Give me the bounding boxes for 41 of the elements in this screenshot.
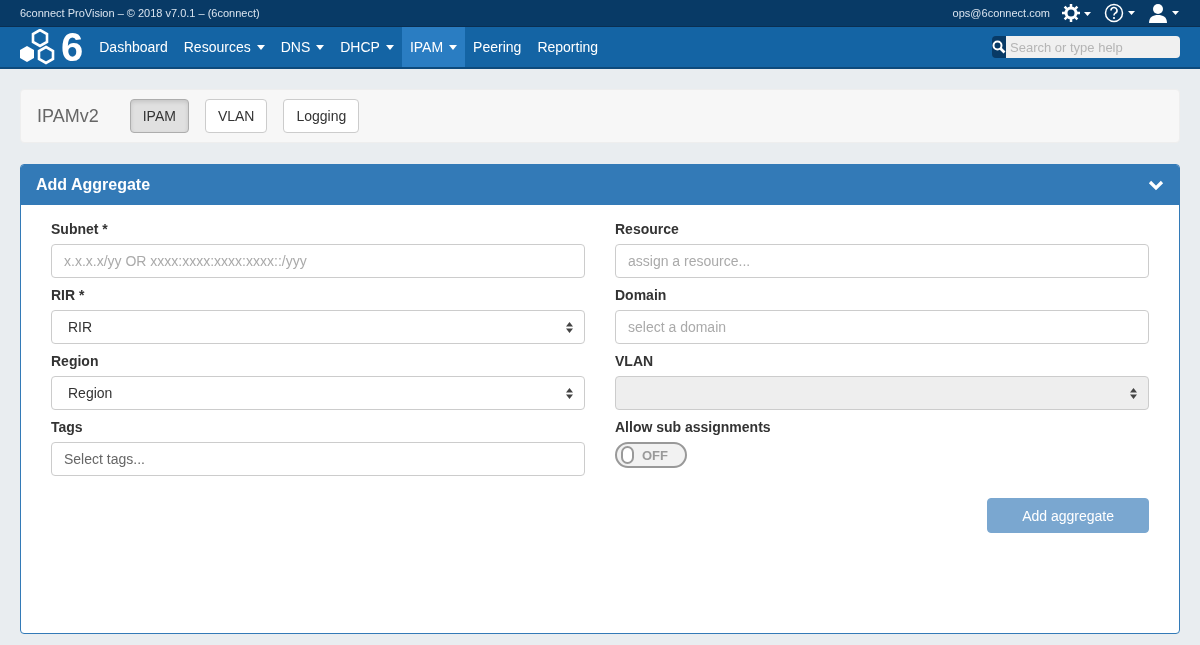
input-field[interactable]: Select tags...: [51, 442, 585, 476]
logo-text: 6: [61, 27, 84, 67]
sort-arrows-icon: [566, 321, 573, 333]
sort-arrows-icon: [1130, 387, 1137, 399]
user-icon[interactable]: [1148, 3, 1180, 23]
nav-item[interactable]: IPAM: [401, 27, 466, 67]
caret-icon: [256, 45, 265, 50]
user-email[interactable]: ops@6connect.com: [952, 7, 1050, 19]
search-icon: [992, 36, 1006, 58]
field-label: Tags: [51, 419, 84, 435]
tab[interactable]: VLAN: [204, 99, 268, 133]
nav-item[interactable]: Reporting: [529, 27, 607, 67]
field-label: Subnet *: [51, 221, 109, 237]
field-label: Resource: [615, 221, 680, 237]
sort-arrows-icon: [566, 387, 573, 399]
caret-icon: [385, 45, 394, 50]
field-label: Region: [51, 353, 100, 369]
field-label: VLAN: [615, 353, 655, 369]
input-field[interactable]: select a domain: [615, 310, 1149, 344]
nav-item[interactable]: Resources: [175, 27, 273, 67]
caret-icon: [316, 45, 325, 50]
field-label: RIR *: [51, 287, 86, 303]
input-field[interactable]: assign a resource...: [615, 244, 1149, 278]
input-field[interactable]: x.x.x.x/yy OR xxxx:xxxx:xxxx:xxxx::/yyy: [51, 244, 585, 278]
select-field[interactable]: RIR: [51, 310, 585, 344]
help-icon[interactable]: [1104, 3, 1136, 23]
chevron-icon[interactable]: [1148, 179, 1164, 191]
nav-item[interactable]: DNS: [272, 27, 333, 67]
field-label: Domain: [615, 287, 668, 303]
caret-icon: [449, 45, 458, 50]
nav-item[interactable]: DHCP: [332, 27, 402, 67]
nav-item[interactable]: Peering: [465, 27, 530, 67]
section-title: IPAMv2: [37, 105, 99, 127]
tab[interactable]: IPAM: [129, 99, 189, 133]
settings-icon[interactable]: [1062, 4, 1092, 22]
nav-item[interactable]: Dashboard: [91, 27, 176, 67]
app-title: 6connect ProVision – © 2018 v7.0.1 – (6connect): [20, 7, 260, 19]
tab[interactable]: Logging: [283, 99, 360, 133]
field-label: Allow sub assignments: [615, 419, 772, 435]
select-field[interactable]: Region: [51, 376, 585, 410]
panel-title: Add Aggregate: [36, 176, 151, 194]
